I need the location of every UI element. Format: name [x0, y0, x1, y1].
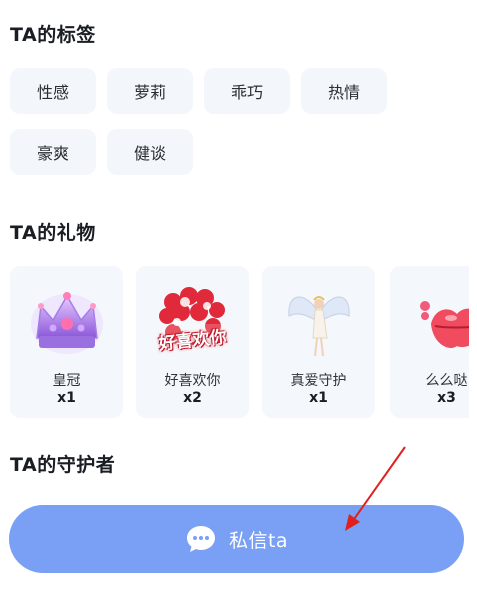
- tag-item[interactable]: 豪爽: [10, 129, 96, 175]
- gift-name: 么么哒: [425, 373, 468, 389]
- gift-name: 皇冠: [52, 373, 81, 389]
- angel-icon: [287, 296, 350, 357]
- gift-count: x2: [183, 390, 202, 406]
- kiss-lips-icon: [419, 301, 469, 348]
- gift-card[interactable]: 皇冠 x1: [10, 266, 123, 418]
- gift-count: x1: [57, 390, 76, 406]
- guardians-section-title: TA的守护者: [10, 454, 116, 476]
- chat-bubble-icon: [186, 526, 215, 552]
- gift-count: x1: [309, 390, 328, 406]
- gift-name: 好喜欢你: [164, 373, 221, 389]
- gift-name: 真爱守护: [290, 373, 347, 389]
- gift-card[interactable]: 真爱守护 x1: [262, 266, 375, 418]
- gift-list[interactable]: 皇冠 x1 好喜欢你 好喜欢你 x2 真爱守护 x1 么么哒 x3: [10, 266, 469, 418]
- gift-count: x3: [437, 390, 456, 406]
- crown-icon: [30, 292, 103, 354]
- private-message-label: 私信ta: [228, 529, 289, 552]
- private-message-button[interactable]: 私信ta: [9, 505, 464, 573]
- tag-item[interactable]: 萝莉: [107, 68, 193, 114]
- tag-item[interactable]: 乖巧: [204, 68, 290, 114]
- gift-card[interactable]: 么么哒 x3: [390, 266, 469, 418]
- gifts-section-title: TA的礼物: [10, 222, 96, 244]
- tags-section-title: TA的标签: [10, 24, 96, 46]
- tag-item[interactable]: 健谈: [107, 129, 193, 175]
- tag-item[interactable]: 性感: [10, 68, 96, 114]
- gift-card[interactable]: 好喜欢你 好喜欢你 x2: [136, 266, 249, 418]
- tag-item[interactable]: 热情: [301, 68, 387, 114]
